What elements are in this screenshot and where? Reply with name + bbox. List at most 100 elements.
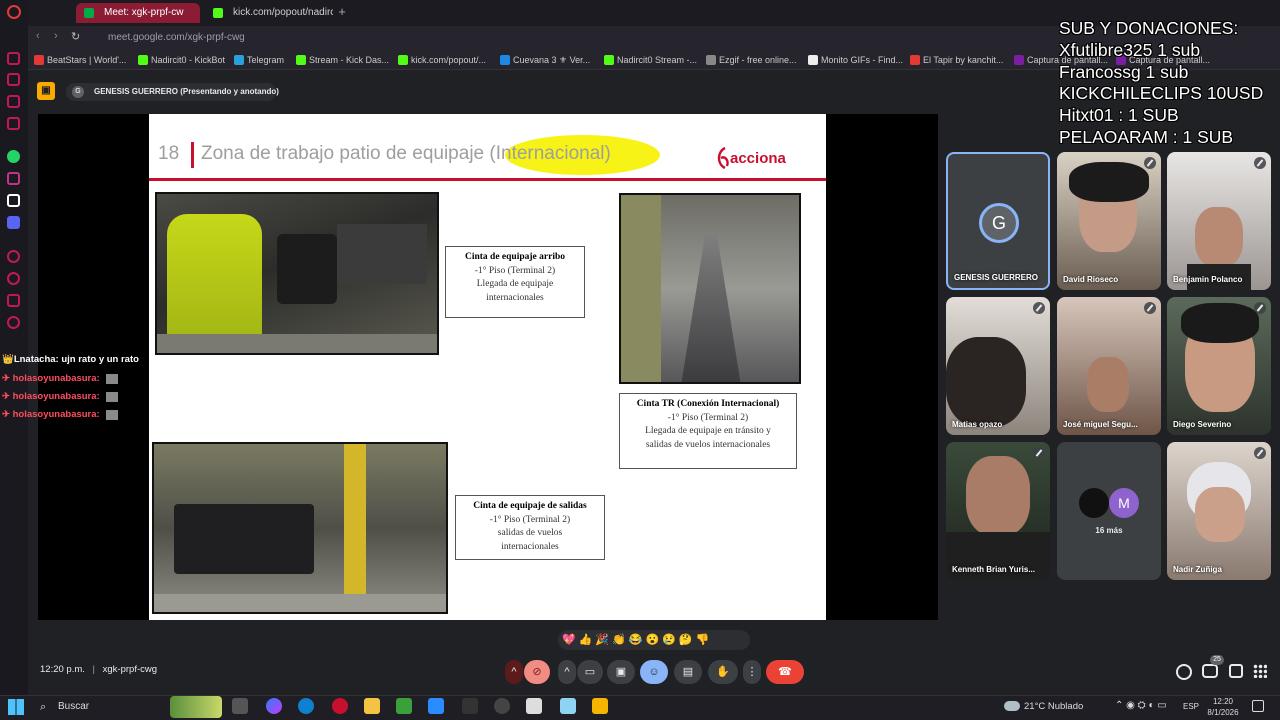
bookmark-item[interactable]: Stream - Kick Das... [296,53,389,67]
slide-title-accent [191,142,194,168]
bookmark-item[interactable]: Nadircit0 - KickBot [138,53,225,67]
app-icon[interactable] [428,698,444,714]
reaction-emoji[interactable]: 😢 [662,634,679,646]
tab-kick[interactable]: kick.com/popout/nadircl/c [205,3,333,23]
reaction-emoji[interactable]: 🎉 [595,634,612,646]
app-icon[interactable] [526,698,542,714]
acciona-logo-icon [717,146,729,170]
participant-tile[interactable]: Benjamin Polanco [1167,152,1271,290]
chat-emote-icon [106,410,118,420]
reaction-emoji[interactable]: 👎 [696,634,713,646]
edge-icon[interactable] [298,698,314,714]
participant-avatar: M [1109,488,1139,518]
participant-tile[interactable]: Matias opazo [946,297,1050,435]
taskbar-clock[interactable]: 12:20 8/1/2026 [1207,696,1239,718]
camera-toggle-button[interactable]: ▭ [577,660,603,684]
sidebar-app-icon[interactable] [7,294,20,307]
leave-call-button[interactable]: ☎ [766,660,804,684]
sidebar-app-icon[interactable] [7,250,20,263]
participant-tile[interactable]: Nadir Zuñiga [1167,442,1271,580]
info-icon[interactable] [1176,664,1192,680]
reaction-emoji[interactable]: 😂 [629,634,646,646]
whatsapp-icon[interactable] [7,150,20,163]
app-icon[interactable] [560,698,576,714]
reload-icon[interactable]: ↻ [71,30,80,43]
participant-tile-more[interactable]: M 16 más [1057,442,1161,580]
donation-line: SUB Y DONACIONES: [1059,18,1239,38]
bookmark-item[interactable]: Nadircit0 Stream -... [604,53,697,67]
captions-button[interactable]: ▤ [674,660,702,684]
instagram-icon[interactable] [7,172,20,185]
input-language[interactable]: ESP [1183,699,1199,715]
tab-meet[interactable]: Meet: xgk-prpf-cw [76,3,200,23]
opera-gx-icon[interactable] [332,698,348,714]
discord-icon[interactable] [7,216,20,229]
task-view-icon[interactable] [232,698,248,714]
participant-tile[interactable]: Kenneth Brian Yuris... [946,442,1050,580]
app-icon[interactable] [462,698,478,714]
opera-logo-icon[interactable] [7,5,21,19]
participant-name: David Rioseco [1063,275,1119,284]
reaction-emoji[interactable]: 💖 [562,634,579,646]
participant-tile[interactable]: G GENESIS GUERRERO [946,152,1050,290]
reaction-emoji[interactable]: 🤔 [679,634,696,646]
chat-user: ✈ holasoyunabasura: [2,391,100,402]
start-icon[interactable] [8,699,24,715]
reactions-bar[interactable]: 💖👍🎉👏😂😮😢🤔👎 [558,630,750,650]
notifications-icon[interactable] [1252,700,1264,712]
reaction-emoji[interactable]: 😮 [646,634,663,646]
app-icon[interactable] [592,698,608,714]
file-explorer-icon[interactable] [364,698,380,714]
chat-icon[interactable] [1229,664,1243,678]
copilot-icon[interactable] [266,698,282,714]
bookmark-item[interactable]: El Tapir by kanchit... [910,53,1003,67]
bookmark-item[interactable]: BeatStars | World'... [34,53,126,67]
mic-off-icon: ⊘ [532,666,542,678]
bookmark-item[interactable]: kick.com/popout/... [398,53,486,67]
history-icon[interactable] [7,272,20,285]
emoji-button[interactable]: ☺ [640,660,668,684]
url-field[interactable]: meet.google.com/xgk-prpf-cwg [108,29,1028,47]
app-icon[interactable] [396,698,412,714]
people-icon[interactable] [1202,664,1218,678]
donation-line: KICKCHILECLIPS 10USD [1059,83,1264,104]
forward-icon[interactable]: › [54,30,58,42]
widget-image [170,696,222,718]
participant-avatar: G [979,203,1019,243]
tray-icons[interactable]: ⌃ ◉ ⛭ ◐ ▭ [1115,700,1167,711]
raise-hand-button[interactable]: ✋ [708,660,738,684]
bookmark-item[interactable]: Telegram [234,53,284,67]
new-tab-button[interactable]: + [335,5,349,19]
activities-icon[interactable] [1253,664,1267,678]
sidebar-app-icon[interactable] [7,95,20,108]
present-button[interactable]: ▣ [607,660,635,684]
muted-mic-icon [1254,302,1266,314]
camera-options-button[interactable]: ^ [558,660,576,684]
callout-title: Cinta de equipaje de salidas [473,501,587,511]
reaction-emoji[interactable]: 👍 [579,634,596,646]
callout-arribo: Cinta de equipaje arribo -1° Piso (Termi… [445,246,585,318]
mic-options-button[interactable]: ^ [505,660,523,684]
bookmark-item[interactable]: Ezgif - free online... [706,53,797,67]
conveyor-belt-photo [619,193,801,384]
participant-tile[interactable]: David Rioseco [1057,152,1161,290]
settings-icon[interactable] [7,316,20,329]
participant-tile[interactable]: José miguel Segu... [1057,297,1161,435]
mic-toggle-button[interactable]: ⊘ [524,660,550,684]
sidebar-app-icon[interactable] [7,73,20,86]
presenter-avatar: G [72,86,84,98]
back-icon[interactable]: ‹ [36,30,40,42]
reaction-emoji[interactable]: 👏 [612,634,629,646]
chat-message: ✈ holasoyunabasura: [2,391,118,402]
bookmark-item[interactable]: Monito GIFs - Find... [808,53,903,67]
participant-face [1195,207,1243,267]
sidebar-app-icon[interactable] [7,52,20,65]
bookmark-favicon-icon [398,55,408,65]
sidebar-app-icon[interactable] [7,117,20,130]
participant-tile[interactable]: Diego Severino [1167,297,1271,435]
more-options-button[interactable]: ⋮ [743,660,761,684]
bookmark-item[interactable]: Cuevana 3 ⚜ Ver... [500,53,590,67]
weather-widget[interactable]: 21°C Nublado [1004,699,1083,715]
obs-icon[interactable] [494,698,510,714]
tiktok-icon[interactable] [7,194,20,207]
